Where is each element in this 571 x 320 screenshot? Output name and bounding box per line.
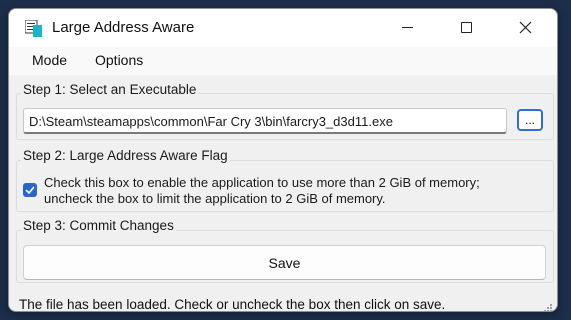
laa-flag-checkbox[interactable] <box>23 183 37 197</box>
executable-path-value: D:\Steam\steamapps\common\Far Cry 3\bin\… <box>29 114 393 129</box>
menu-item-options[interactable]: Options <box>95 52 143 68</box>
app-window: Large Address Aware Mode Options Step 1:… <box>8 8 558 312</box>
step2-label: Step 2: Large Address Aware Flag <box>21 148 230 163</box>
maximize-icon <box>461 22 472 33</box>
resize-grip-icon[interactable] <box>543 303 553 312</box>
window-title: Large Address Aware <box>52 19 195 36</box>
menu-item-mode[interactable]: Mode <box>32 52 67 68</box>
laa-flag-description[interactable]: Check this box to enable the application… <box>44 175 544 207</box>
maximize-button[interactable] <box>444 9 490 47</box>
step1-label: Step 1: Select an Executable <box>21 82 199 97</box>
executable-path-field[interactable]: D:\Steam\steamapps\common\Far Cry 3\bin\… <box>23 108 507 134</box>
laa-app-icon <box>24 19 42 37</box>
close-button[interactable] <box>503 9 549 47</box>
browse-button[interactable]: ... <box>517 109 543 131</box>
status-text: The file has been loaded. Check or unche… <box>19 297 446 312</box>
laa-flag-description-line1: Check this box to enable the application… <box>44 175 480 190</box>
checkmark-icon <box>25 186 35 194</box>
laa-flag-description-line2: uncheck the box to limit the application… <box>44 191 386 206</box>
main-content: Step 1: Select an Executable D:\Steam\st… <box>9 75 557 311</box>
minimize-button[interactable] <box>385 9 431 47</box>
step3-label: Step 3: Commit Changes <box>21 218 176 233</box>
save-button-label: Save <box>268 255 301 271</box>
title-bar[interactable]: Large Address Aware <box>9 9 557 47</box>
minimize-icon <box>402 27 413 28</box>
menu-bar: Mode Options <box>9 47 557 75</box>
browse-button-label: ... <box>524 113 535 127</box>
save-button[interactable]: Save <box>23 245 546 280</box>
close-icon <box>519 21 532 34</box>
